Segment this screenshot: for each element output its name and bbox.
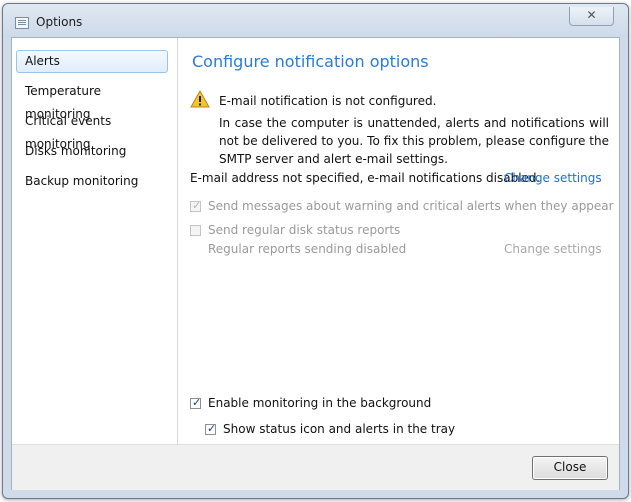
- app-icon: [15, 17, 29, 29]
- email-status-text: E-mail address not specified, e-mail not…: [190, 171, 541, 185]
- close-button[interactable]: Close: [532, 456, 608, 480]
- checkmark-icon: ✓: [207, 422, 217, 435]
- sidebar: Alerts Temperature monitoring Critical e…: [12, 38, 178, 444]
- show-tray-checkbox[interactable]: ✓: [205, 422, 217, 435]
- enable-monitoring-checkbox[interactable]: ✓: [190, 396, 202, 409]
- content-panel: Configure notification options E-mail no…: [178, 38, 619, 444]
- dialog-footer: Close: [12, 444, 619, 490]
- close-icon: ✕: [586, 8, 597, 22]
- sidebar-item-alerts[interactable]: Alerts: [16, 50, 168, 73]
- send-messages-label: Send messages about warning and critical…: [208, 199, 614, 213]
- change-settings-link[interactable]: Change settings: [504, 171, 602, 185]
- show-tray-label: Show status icon and alerts in the tray: [223, 422, 456, 436]
- send-reports-label: Send regular disk status reports: [208, 223, 401, 237]
- options-window: Options ✕ Alerts Temperature monitoring …: [2, 3, 629, 499]
- warning-icon: [190, 90, 210, 108]
- title-bar[interactable]: Options ✕: [3, 4, 628, 37]
- reports-change-settings-link[interactable]: Change settings: [504, 242, 602, 256]
- enable-monitoring-label: Enable monitoring in the background: [208, 396, 432, 410]
- send-messages-checkbox[interactable]: ✓: [190, 199, 202, 212]
- sidebar-item-critical-events-monitoring[interactable]: Critical events monitoring: [16, 110, 168, 151]
- reports-status-text: Regular reports sending disabled: [208, 242, 407, 256]
- warning-body: In case the computer is unattended, aler…: [219, 116, 609, 166]
- checkmark-icon: ✓: [192, 199, 202, 212]
- sidebar-item-backup-monitoring[interactable]: Backup monitoring: [16, 170, 168, 193]
- page-title: Configure notification options: [192, 52, 429, 71]
- client-area: Alerts Temperature monitoring Critical e…: [11, 37, 620, 490]
- window-close-button[interactable]: ✕: [569, 7, 614, 26]
- sidebar-item-disks-monitoring[interactable]: Disks monitoring: [16, 140, 168, 163]
- sidebar-item-temperature-monitoring[interactable]: Temperature monitoring: [16, 80, 168, 121]
- checkmark-icon: ✓: [192, 396, 202, 409]
- warning-title: E-mail notification is not configured.: [219, 94, 437, 108]
- send-reports-checkbox[interactable]: [190, 225, 201, 236]
- window-title: Options: [36, 15, 83, 29]
